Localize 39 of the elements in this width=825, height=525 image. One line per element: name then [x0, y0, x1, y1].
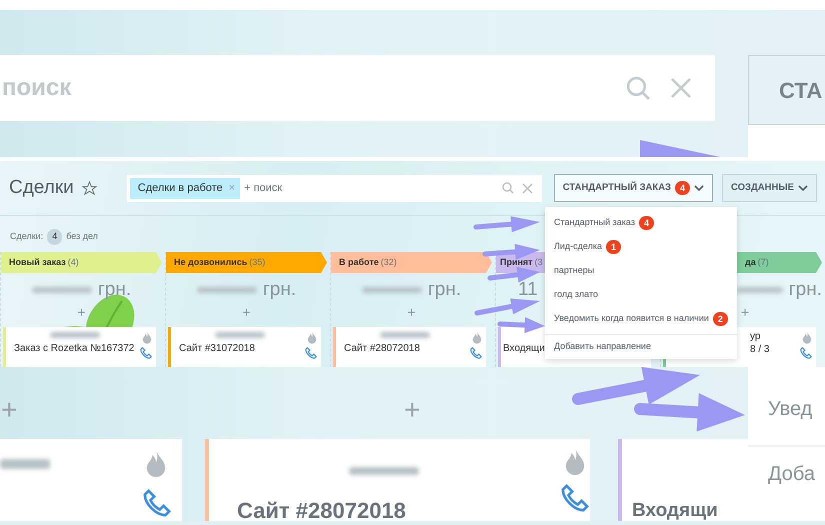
count-badge: 4	[675, 181, 690, 195]
column-total: 11	[518, 278, 538, 302]
menu-item[interactable]: Добавить направление	[545, 335, 737, 359]
search-placeholder: + поиск	[244, 180, 282, 196]
stage-header[interactable]: В работе (32)	[331, 252, 492, 273]
card-title: Сайт #28072018	[344, 342, 420, 355]
card-title: Заказ с Rozetka №167372	[14, 342, 134, 355]
summary-text: без дел	[66, 230, 98, 244]
count-badge: 4	[47, 229, 62, 245]
card-subtitle: 8 / 3	[750, 343, 770, 356]
dropdown-button[interactable]: СТА	[748, 55, 825, 125]
column-total: грн.	[98, 278, 132, 302]
filter-chip[interactable]: Сделки в работе ×	[130, 178, 240, 198]
column-total: грн.	[788, 278, 822, 302]
deal-card[interactable]: Сайт #28072018	[333, 327, 486, 367]
count-badge: 4	[638, 216, 654, 230]
menu-item[interactable]: Стандартный заказ 4	[545, 211, 737, 235]
filter-field[interactable]: Сделки в работе × + поиск	[126, 174, 542, 202]
card-title: Сайт #28072018	[237, 497, 406, 521]
column-total: грн.	[262, 278, 296, 302]
deal-card[interactable]: Сайт #31072018	[168, 327, 321, 367]
column-total: грн.	[428, 278, 462, 302]
page-title: Сделки	[9, 176, 74, 200]
card-title: Входящи	[503, 342, 545, 355]
dropdown-button[interactable]: СОЗДАННЫЕ	[722, 174, 817, 202]
chip-label: Сделки в работе	[138, 180, 223, 196]
count-badge: 2	[712, 312, 728, 326]
count-badge: 1	[606, 240, 622, 254]
summary-label: Сделки:	[10, 230, 44, 244]
stage-header[interactable]: Не дозвонились (35)	[166, 252, 327, 273]
deal-card[interactable]: Заказ с Rozetka №167372	[3, 327, 156, 367]
card-title: ур	[750, 330, 760, 343]
menu-item[interactable]: голд злато	[545, 283, 737, 307]
card-title: Сайт #31072018	[179, 342, 255, 355]
deal-card[interactable]: Сайт #28072018	[205, 439, 590, 521]
card-title: Входящи	[632, 499, 718, 521]
deal-card[interactable]: Входящи	[618, 439, 748, 521]
dropdown-button[interactable]: СТАНДАРТНЫЙ ЗАКАЗ 4	[554, 174, 714, 202]
stage-header[interactable]: Новый заказ (4)	[1, 252, 162, 273]
